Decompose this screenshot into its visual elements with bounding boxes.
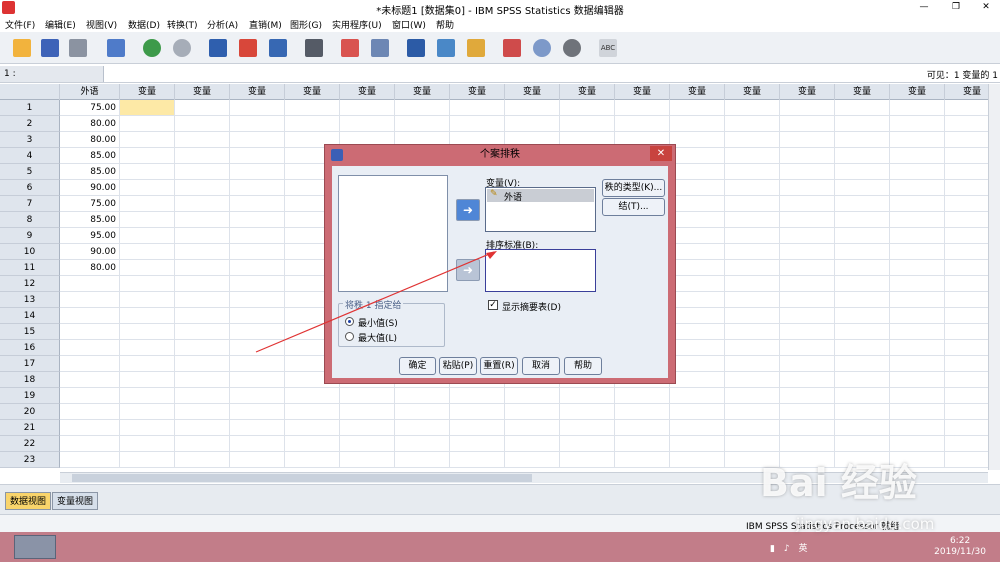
baidu-watermark-url: jingyan.baidu.com bbox=[796, 515, 935, 533]
baidu-watermark-logo: Bai 经验 bbox=[760, 461, 917, 505]
